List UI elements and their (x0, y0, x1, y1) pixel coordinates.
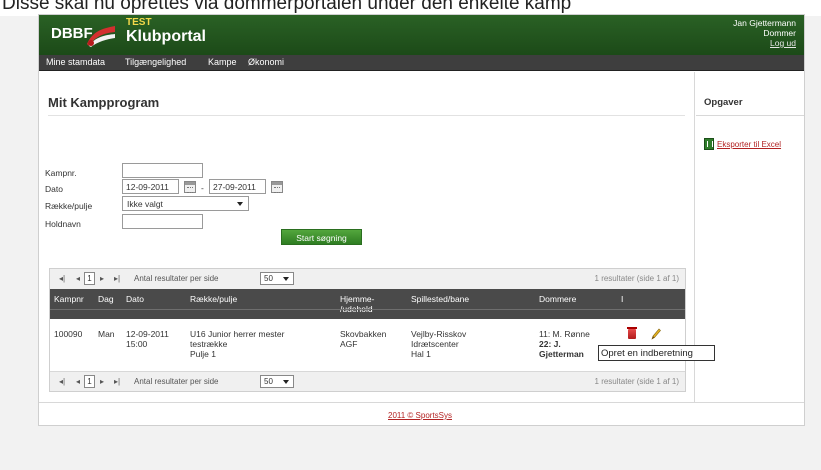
main-nav: Mine stamdata Tilgængelighed Kampe Økono… (39, 55, 804, 71)
user-name: Jan Gjettermann (733, 18, 796, 28)
first-page-icon[interactable]: ◂| (59, 274, 65, 283)
dropdown-arrow-icon (237, 202, 243, 206)
nav-item-mine-stamdata[interactable]: Mine stamdata (46, 57, 105, 67)
cell-hjemmehold: Skovbakken (340, 329, 387, 339)
app-title: Klubportal (126, 28, 206, 45)
nav-item-kampe[interactable]: Kampe (208, 57, 237, 67)
result-summary: 1 resultater (side 1 af 1) (594, 274, 679, 283)
excel-icon[interactable] (704, 138, 714, 150)
holdnavn-label: Holdnavn (45, 219, 81, 229)
cell-bane: Hal 1 (411, 349, 431, 359)
next-page-icon[interactable]: ▸ (100, 274, 104, 283)
export-excel-link[interactable]: Eksporter til Excel (717, 140, 781, 149)
nav-item-oekonomi[interactable]: Økonomi (248, 57, 284, 67)
col-kampnr[interactable]: Kampnr (54, 294, 84, 304)
col-dommere[interactable]: Dommere (539, 294, 576, 304)
delete-icon[interactable] (627, 327, 637, 339)
browser-page: DBBF TEST Klubportal Jan Gjettermann Dom… (38, 14, 805, 426)
search-button[interactable]: Start søgning (281, 229, 362, 245)
page-number[interactable]: 1 (84, 375, 95, 388)
per-page-select[interactable]: 50 (260, 375, 294, 388)
page-title: Mit Kampprogram (48, 95, 160, 110)
prev-page-icon[interactable]: ◂ (76, 377, 80, 386)
col-spillested[interactable]: Spillested/bane (411, 294, 469, 304)
raekke-select[interactable]: Ikke valgt (122, 196, 249, 211)
user-role: Dommer (763, 28, 796, 38)
last-page-icon[interactable]: ▸| (114, 377, 120, 386)
cell-kampnr: 100090 (54, 329, 83, 339)
cell-dato: 12-09-2011 (126, 329, 169, 339)
copyright-link[interactable]: 2011 © SportsSys (388, 411, 452, 420)
cell-spillested: Vejlby-Risskov (411, 329, 467, 339)
next-page-icon[interactable]: ▸ (100, 377, 104, 386)
cell-dommer-2: Gjetterman (539, 349, 584, 359)
cell-dommer-2: 22: J. (539, 339, 561, 349)
nav-item-tilgaengelighed[interactable]: Tilgængelighed (125, 57, 186, 67)
kampnr-input[interactable] (122, 163, 203, 178)
user-info: Jan Gjettermann Dommer Log ud (733, 18, 796, 48)
date-to-input[interactable]: 27-09-2011 (209, 179, 266, 194)
cell-tid: 15:00 (126, 339, 148, 349)
raekke-select-value: Ikke valgt (127, 199, 163, 209)
dato-label: Dato (45, 184, 63, 194)
calendar-icon[interactable] (184, 181, 196, 193)
cell-raekke: testrække (190, 339, 228, 349)
col-raekke[interactable]: Række/pulje (190, 294, 237, 304)
sidebar-title: Opgaver (704, 97, 743, 108)
prev-page-icon[interactable]: ◂ (76, 274, 80, 283)
cell-dag: Man (98, 329, 115, 339)
last-page-icon[interactable]: ▸| (114, 274, 120, 283)
col-hold[interactable]: Hjemme- /udehold (340, 294, 374, 314)
dropdown-arrow-icon (283, 277, 289, 281)
flag-logo-icon (87, 26, 115, 47)
table-header: Kampnr Dag Dato Række/pulje Hjemme- /ude… (50, 289, 685, 319)
table-row[interactable]: 100090 Man 12-09-2011 15:00 U16 Junior h… (50, 325, 685, 371)
cell-spillested: Idrætscenter (411, 339, 459, 349)
results-grid: ◂| ◂ 1 ▸ ▸| Antal resultater per side 50… (49, 268, 686, 392)
cell-udehold: AGF (340, 339, 358, 349)
page-footer: 2011 © SportsSys (39, 402, 804, 426)
dropdown-arrow-icon (283, 380, 289, 384)
pencil-icon[interactable] (651, 328, 661, 340)
tooltip: Opret en indberetning (598, 345, 715, 361)
per-page-value: 50 (264, 274, 273, 283)
result-summary: 1 resultater (side 1 af 1) (594, 377, 679, 386)
page-number[interactable]: 1 (84, 272, 95, 285)
cell-dommer-1: 11: M. Rønne (539, 329, 590, 339)
holdnavn-input[interactable] (122, 214, 203, 229)
per-page-label: Antal resultater per side (134, 274, 219, 283)
per-page-label: Antal resultater per side (134, 377, 219, 386)
pager-bottom: ◂| ◂ 1 ▸ ▸| Antal resultater per side 50… (50, 371, 685, 391)
calendar-icon[interactable] (271, 181, 283, 193)
divider (696, 115, 804, 116)
main-content: Mit Kampprogram Kampnr. Dato 12-09-2011 … (39, 72, 695, 402)
env-badge: TEST (126, 17, 152, 28)
pager-top: ◂| ◂ 1 ▸ ▸| Antal resultater per side 50… (50, 269, 685, 289)
kampnr-label: Kampnr. (45, 168, 77, 178)
site-header: DBBF TEST Klubportal Jan Gjettermann Dom… (39, 15, 804, 55)
logout-link[interactable]: Log ud (733, 38, 796, 48)
cell-raekke: U16 Junior herrer mester (190, 329, 285, 339)
col-dato[interactable]: Dato (126, 294, 144, 304)
col-i: I (621, 294, 624, 304)
raekke-label: Række/pulje (45, 201, 93, 211)
per-page-value: 50 (264, 377, 273, 386)
cell-pulje: Pulje 1 (190, 349, 216, 359)
header-divider (50, 309, 685, 310)
first-page-icon[interactable]: ◂| (59, 377, 65, 386)
per-page-select[interactable]: 50 (260, 272, 294, 285)
divider (48, 115, 685, 116)
date-from-input[interactable]: 12-09-2011 (122, 179, 179, 194)
date-separator: - (201, 183, 204, 193)
col-dag[interactable]: Dag (98, 294, 114, 304)
